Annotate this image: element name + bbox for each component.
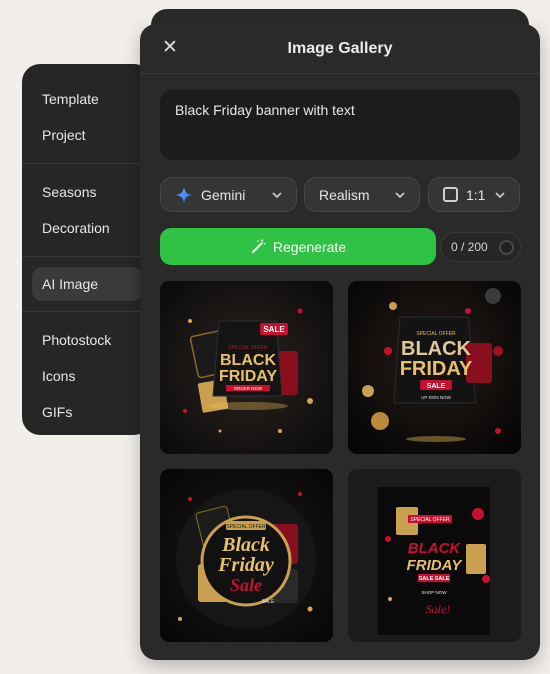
black-friday-banner-image: SPECIAL OFFER Black Friday Sale SALE xyxy=(160,469,333,642)
style-select[interactable]: Realism xyxy=(304,177,420,212)
black-friday-banner-image: SPECIAL OFFER BLACK FRIDAY SALE UP DON N… xyxy=(348,281,521,454)
image-bottom-label: SHOP NOW xyxy=(422,590,448,595)
gallery-image-2[interactable]: SPECIAL OFFER BLACK FRIDAY SALE UP DON N… xyxy=(348,281,521,454)
sidebar-divider xyxy=(22,163,152,164)
image-badge: SALE xyxy=(427,383,446,390)
style-label: Realism xyxy=(319,186,370,203)
chevron-down-icon xyxy=(395,192,405,199)
image-headline-1: BLACK xyxy=(220,352,276,369)
regenerate-button[interactable]: Regenerate xyxy=(160,228,436,265)
image-badge: Sale xyxy=(230,575,262,595)
sidebar-divider xyxy=(22,256,152,257)
image-headline-1: BLACK xyxy=(408,540,462,557)
gallery-image-3[interactable]: SPECIAL OFFER Black Friday Sale SALE xyxy=(160,469,333,642)
sidebar-divider xyxy=(22,311,152,312)
model-select[interactable]: Gemini xyxy=(160,177,297,212)
image-headline-2: Friday xyxy=(217,554,274,576)
counter-text: 0 / 200 xyxy=(451,240,488,254)
square-ratio-icon xyxy=(443,187,458,202)
image-bottom-label: UP DON NOW xyxy=(421,395,451,400)
sidebar-item-icons[interactable]: Icons xyxy=(22,358,152,394)
generation-counter: 0 / 200 xyxy=(440,232,521,262)
sidebar-item-gifs[interactable]: GIFs xyxy=(22,394,152,430)
image-bottom-label: ORDER NOW xyxy=(234,386,263,391)
image-badge: SALE SALE xyxy=(419,576,450,582)
prompt-input[interactable] xyxy=(160,90,520,160)
black-friday-banner-image: SALE SPECIAL OFFER BLACK FRIDAY ORDER NO… xyxy=(160,281,333,454)
gemini-icon xyxy=(175,186,193,203)
chevron-down-icon xyxy=(272,192,282,199)
progress-ring-icon xyxy=(499,240,514,255)
page-title: Image Gallery xyxy=(287,39,393,57)
regenerate-label: Regenerate xyxy=(272,238,347,255)
panel-header: ✕ Image Gallery xyxy=(140,24,540,74)
chevron-down-icon xyxy=(495,192,505,199)
image-top-label: SPECIAL OFFER xyxy=(226,524,266,530)
sidebar-item-decoration[interactable]: Decoration xyxy=(22,210,152,246)
image-headline-2: FRIDAY xyxy=(407,557,464,574)
image-top-label: SPECIAL OFFER xyxy=(410,517,450,523)
image-top-label: SPECIAL OFFER xyxy=(416,331,456,337)
sidebar-item-ai-image[interactable]: AI Image xyxy=(32,267,152,301)
sidebar: Template Project Seasons Decoration AI I… xyxy=(22,64,152,435)
aspect-ratio-select[interactable]: 1:1 xyxy=(428,177,520,212)
model-label: Gemini xyxy=(201,186,246,203)
close-icon[interactable]: ✕ xyxy=(160,38,180,58)
ratio-label: 1:1 xyxy=(466,186,486,203)
image-headline-1: BLACK xyxy=(401,338,472,360)
sidebar-item-project[interactable]: Project xyxy=(22,117,152,153)
black-friday-banner-image: SPECIAL OFFER BLACK FRIDAY SALE SALE SHO… xyxy=(348,469,521,642)
sidebar-item-template[interactable]: Template xyxy=(22,81,152,117)
image-bottom-label: SALE xyxy=(262,599,275,605)
image-top-label: SPECIAL OFFER xyxy=(228,345,268,351)
image-gallery-panel: ✕ Image Gallery Gemini Realism 1:1 Regen… xyxy=(140,24,540,660)
magic-wand-icon xyxy=(251,239,266,254)
gallery-image-4[interactable]: SPECIAL OFFER BLACK FRIDAY SALE SALE SHO… xyxy=(348,469,521,642)
image-badge: SALE xyxy=(263,325,285,334)
sidebar-item-seasons[interactable]: Seasons xyxy=(22,174,152,210)
gallery-image-1[interactable]: SALE SPECIAL OFFER BLACK FRIDAY ORDER NO… xyxy=(160,281,333,454)
image-script-text: Sale! xyxy=(426,602,451,616)
image-headline-2: FRIDAY xyxy=(400,358,473,380)
image-headline-2: FRIDAY xyxy=(219,368,277,385)
image-headline-1: Black xyxy=(221,534,270,556)
sidebar-item-photostock[interactable]: Photostock xyxy=(22,322,152,358)
